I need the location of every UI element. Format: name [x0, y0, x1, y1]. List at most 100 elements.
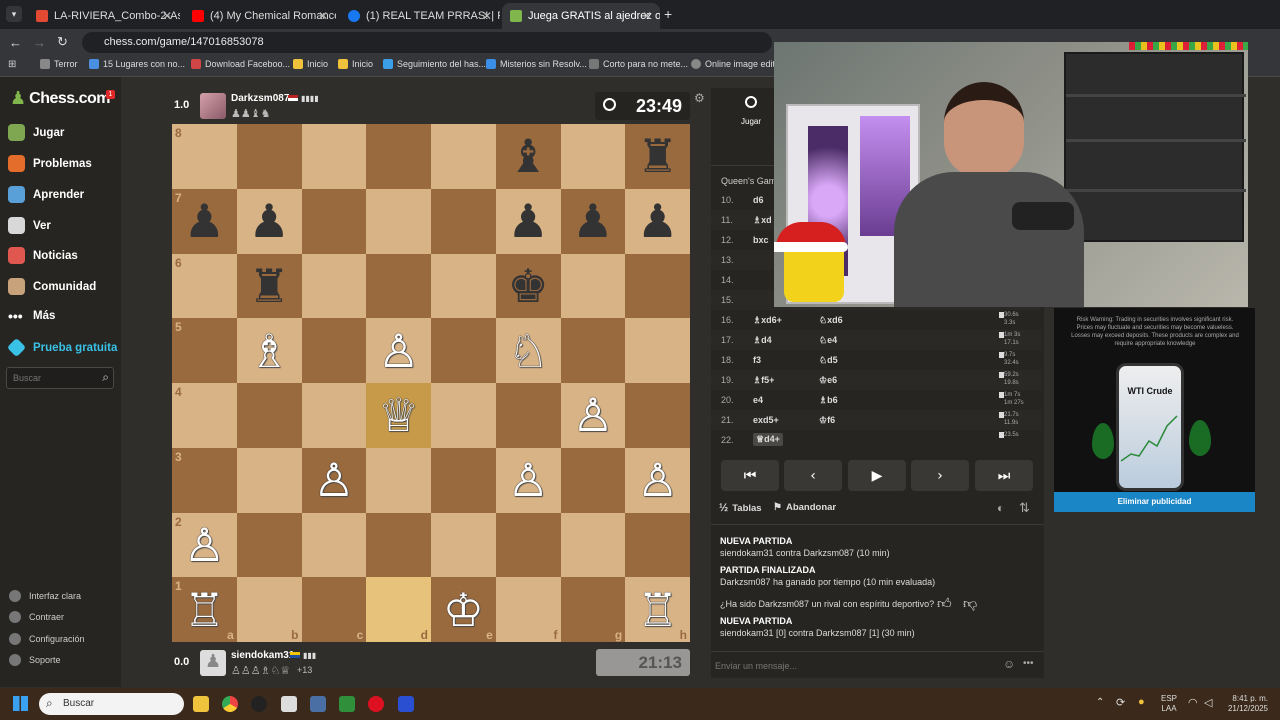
resign-button[interactable]: ⚑ Abandonar — [773, 502, 836, 513]
square-c8[interactable] — [301, 124, 367, 189]
square-g4[interactable]: ♙ — [560, 383, 626, 448]
square-e4[interactable] — [431, 383, 496, 448]
search-icon[interactable]: ⌕ — [102, 370, 109, 385]
chess-piece[interactable]: ♗ — [249, 328, 290, 374]
chess-piece[interactable]: ♔ — [443, 587, 484, 633]
square-a2[interactable]: 2 ♙ — [172, 512, 237, 578]
chess-piece[interactable]: ♙ — [184, 522, 225, 568]
thumbs-down-icon[interactable]: 👎︎ — [963, 595, 977, 612]
square-b8[interactable] — [236, 124, 302, 189]
file-explorer-icon[interactable] — [193, 696, 209, 712]
square-a7[interactable]: 7 ♟ — [172, 188, 237, 254]
nav-comunidad[interactable]: Comunidad — [8, 278, 96, 295]
square-d3[interactable] — [366, 447, 431, 513]
square-a3[interactable]: 3 — [172, 447, 237, 513]
square-h4[interactable] — [625, 383, 690, 448]
square-b6[interactable]: ♜ — [236, 253, 302, 319]
microphone-icon[interactable]: ● — [1138, 696, 1145, 708]
black-move[interactable]: ♔f6 — [819, 415, 835, 426]
square-b3[interactable] — [236, 447, 302, 513]
nav-interfaz-clara[interactable]: Interfaz clara — [9, 590, 81, 602]
square-g5[interactable] — [560, 318, 626, 383]
square-a5[interactable]: 5 — [172, 318, 237, 383]
square-f4[interactable] — [495, 383, 561, 448]
square-g1[interactable]: g — [560, 577, 626, 642]
square-c2[interactable] — [301, 512, 367, 578]
app-icon[interactable] — [368, 696, 384, 712]
app-icon[interactable] — [251, 696, 267, 712]
white-move[interactable]: exd5+ — [753, 415, 779, 425]
chrome-icon[interactable] — [222, 696, 238, 712]
square-h1[interactable]: h ♖ — [625, 577, 690, 642]
bookmark-item[interactable]: Corto para no mete... — [589, 59, 688, 69]
square-e1[interactable]: e ♔ — [431, 577, 496, 642]
chess-piece[interactable]: ♖ — [637, 587, 678, 633]
chess-piece[interactable]: ♙ — [637, 457, 678, 503]
close-tab-icon[interactable]: ✕ — [642, 9, 652, 23]
square-f5[interactable]: ♘ — [495, 318, 561, 383]
white-move[interactable]: d6 — [753, 195, 764, 205]
chess-piece[interactable]: ♟ — [184, 198, 225, 244]
square-c6[interactable] — [301, 253, 367, 319]
avatar[interactable] — [200, 93, 226, 119]
browser-tab-active[interactable]: Juega GRATIS al ajedrez online ✕ — [502, 3, 660, 29]
white-move[interactable]: ♗f5+ — [753, 375, 774, 386]
browser-tab[interactable]: (1) REAL TEAM PRRAS! | Facebo ✕ — [340, 3, 500, 29]
white-move[interactable]: ♗xd — [753, 215, 772, 226]
chess-piece[interactable]: ♙ — [313, 457, 354, 503]
calculator-icon[interactable] — [310, 696, 326, 712]
bookmark-item[interactable]: Inicio — [338, 59, 373, 69]
white-move[interactable]: bxc — [753, 235, 769, 245]
chess-piece[interactable]: ♜ — [249, 263, 290, 309]
square-d8[interactable] — [366, 124, 431, 189]
sidebar-search-input[interactable] — [7, 368, 87, 388]
square-g3[interactable] — [560, 447, 626, 513]
top-player-name[interactable]: Darkzsm087 — [231, 93, 289, 104]
square-e5[interactable] — [431, 318, 496, 383]
last-move-button[interactable]: ⏭ — [975, 460, 1033, 491]
next-move-button[interactable]: › — [911, 460, 969, 491]
app-icon[interactable] — [339, 696, 355, 712]
first-move-button[interactable]: ⏮ — [721, 460, 779, 491]
bookmark-item[interactable]: Seguimiento del has... — [383, 59, 486, 69]
browser-tab[interactable]: (4) My Chemical Romance ✕ — [184, 3, 336, 29]
apps-icon[interactable]: ⊞ — [8, 59, 16, 70]
nav-ver[interactable]: Ver — [8, 217, 51, 234]
square-g7[interactable]: ♟ — [560, 188, 626, 254]
nav-soporte[interactable]: Soporte — [9, 654, 61, 666]
play-moves-button[interactable]: ▶ — [848, 460, 906, 491]
black-move[interactable]: ♘e4 — [819, 335, 837, 346]
square-h8[interactable]: ♜ — [625, 124, 690, 189]
emoji-icon[interactable]: ☺ — [1003, 657, 1015, 671]
chess-piece[interactable]: ♙ — [378, 328, 419, 374]
square-b7[interactable]: ♟ — [236, 188, 302, 254]
black-move[interactable]: ♔e6 — [819, 375, 837, 386]
square-d7[interactable] — [366, 188, 431, 254]
windows-start-icon[interactable] — [13, 696, 28, 711]
app-icon[interactable] — [398, 696, 414, 712]
notification-badge[interactable]: 1 — [106, 90, 115, 99]
square-c3[interactable]: ♙ — [301, 447, 367, 513]
new-tab-button[interactable]: + — [664, 6, 672, 22]
square-f7[interactable]: ♟ — [495, 188, 561, 254]
square-e2[interactable] — [431, 512, 496, 578]
forward-icon[interactable]: → — [33, 35, 46, 50]
square-b4[interactable] — [236, 383, 302, 448]
url-field[interactable]: chess.com/game/147016853078 — [82, 32, 772, 53]
nav-contraer[interactable]: Contraer — [9, 611, 64, 623]
square-d6[interactable] — [366, 253, 431, 319]
bookmark-item[interactable]: Terror — [40, 59, 78, 69]
square-b1[interactable]: b — [236, 577, 302, 642]
chess-piece[interactable]: ♕ — [378, 392, 419, 438]
more-options-icon[interactable]: ••• — [1023, 658, 1034, 669]
bookmark-item[interactable]: Inicio — [293, 59, 328, 69]
square-f3[interactable]: ♙ — [495, 447, 561, 513]
square-e6[interactable] — [431, 253, 496, 319]
square-e8[interactable] — [431, 124, 496, 189]
square-h7[interactable]: ♟ — [625, 188, 690, 254]
square-d1[interactable]: d — [366, 577, 431, 642]
square-b5[interactable]: ♗ — [236, 318, 302, 383]
tab-jugar[interactable]: Jugar — [741, 96, 761, 129]
tab-list-button[interactable]: ▾ — [6, 6, 22, 22]
draw-button[interactable]: ½ Tablas — [719, 502, 762, 514]
